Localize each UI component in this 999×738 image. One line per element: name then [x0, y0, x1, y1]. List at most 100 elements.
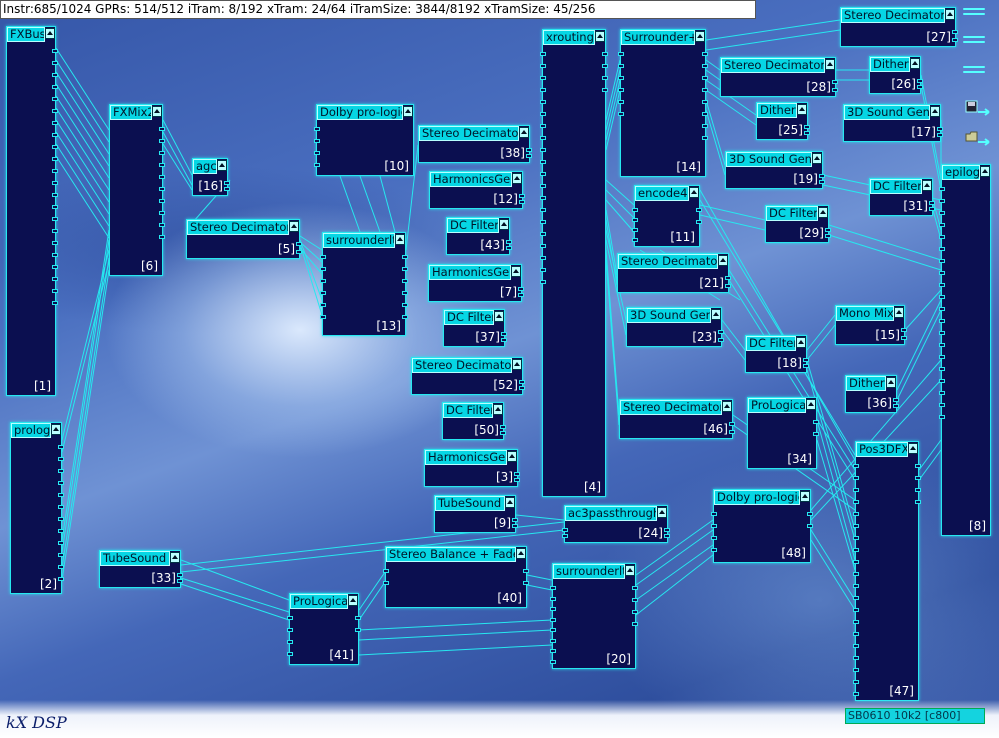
- output-pin[interactable]: [526, 154, 532, 158]
- module-title[interactable]: Stereo Balance + Fade: [386, 547, 516, 562]
- collapse-arrow-icon[interactable]: [806, 399, 816, 410]
- module-title[interactable]: 3D Sound Gen: [844, 105, 930, 120]
- output-pin[interactable]: [52, 277, 58, 281]
- output-pin[interactable]: [296, 250, 302, 254]
- output-pin[interactable]: [632, 622, 638, 626]
- output-pin[interactable]: [602, 52, 608, 56]
- output-pin[interactable]: [355, 628, 361, 632]
- input-pin[interactable]: [618, 88, 624, 92]
- output-pin[interactable]: [725, 284, 731, 288]
- module-stereo-decimator-52[interactable]: Stereo Decimator [52]: [411, 357, 525, 395]
- module-prologica-34[interactable]: ProLogica [34]: [747, 397, 819, 469]
- output-pin[interactable]: [937, 133, 943, 137]
- output-pin[interactable]: [929, 201, 935, 205]
- output-pin[interactable]: [58, 577, 64, 581]
- output-pin[interactable]: [952, 38, 958, 42]
- collapse-arrow-icon[interactable]: [51, 424, 61, 435]
- save-icon[interactable]: [965, 100, 991, 124]
- output-pin[interactable]: [518, 293, 524, 297]
- output-pin[interactable]: [402, 267, 408, 271]
- module-dc-filter-31[interactable]: DC Filter [31]: [869, 178, 935, 216]
- input-pin[interactable]: [320, 291, 326, 295]
- equalizer-icon[interactable]: [963, 8, 985, 22]
- collapse-arrow-icon[interactable]: [170, 552, 180, 563]
- module-title[interactable]: encode4: [635, 186, 689, 201]
- module-title[interactable]: epilog: [942, 165, 980, 180]
- module-title[interactable]: Stereo Decimator: [187, 220, 289, 235]
- module-title[interactable]: ProLogica: [290, 594, 348, 609]
- module-title[interactable]: Stereo Decimator: [419, 126, 519, 141]
- output-pin[interactable]: [58, 481, 64, 485]
- output-pin[interactable]: [729, 430, 735, 434]
- input-pin[interactable]: [550, 586, 556, 590]
- collapse-arrow-icon[interactable]: [289, 221, 299, 232]
- input-pin[interactable]: [540, 148, 546, 152]
- module-title[interactable]: DC Filter: [447, 218, 499, 233]
- output-pin[interactable]: [632, 598, 638, 602]
- collapse-arrow-icon[interactable]: [894, 307, 904, 318]
- input-pin[interactable]: [314, 151, 320, 155]
- output-pin[interactable]: [58, 529, 64, 533]
- input-pin[interactable]: [853, 512, 859, 516]
- collapse-arrow-icon[interactable]: [922, 180, 932, 191]
- output-pin[interactable]: [58, 457, 64, 461]
- input-pin[interactable]: [853, 608, 859, 612]
- collapse-arrow-icon[interactable]: [512, 359, 522, 370]
- output-pin[interactable]: [804, 125, 810, 129]
- collapse-arrow-icon[interactable]: [217, 160, 227, 171]
- module-title[interactable]: TubeSound: [100, 551, 170, 566]
- output-pin[interactable]: [813, 432, 819, 436]
- output-pin[interactable]: [702, 52, 708, 56]
- module-harmonicsgen-3[interactable]: HarmonicsGen [3]: [424, 449, 520, 487]
- collapse-arrow-icon[interactable]: [505, 497, 515, 508]
- module-dc-filter-37[interactable]: DC Filter [37]: [443, 309, 507, 347]
- collapse-arrow-icon[interactable]: [493, 404, 503, 415]
- input-pin[interactable]: [562, 528, 568, 532]
- input-pin[interactable]: [853, 668, 859, 672]
- module-stereo-decimator-46[interactable]: Stereo Decimator [46]: [619, 399, 735, 439]
- input-pin[interactable]: [540, 124, 546, 128]
- output-pin[interactable]: [52, 145, 58, 149]
- input-pin[interactable]: [540, 184, 546, 188]
- output-pin[interactable]: [702, 64, 708, 68]
- input-pin[interactable]: [939, 283, 945, 287]
- module-title[interactable]: HarmonicsGen: [425, 450, 507, 465]
- output-pin[interactable]: [803, 364, 809, 368]
- equalizer-icon[interactable]: [963, 66, 985, 80]
- collapse-arrow-icon[interactable]: [494, 311, 504, 322]
- module-ac3passthrough[interactable]: ac3passthrough [24]: [562, 505, 670, 543]
- collapse-arrow-icon[interactable]: [718, 255, 728, 266]
- module-title[interactable]: xrouting: [543, 30, 595, 45]
- output-pin[interactable]: [58, 505, 64, 509]
- input-pin[interactable]: [540, 268, 546, 272]
- output-pin[interactable]: [512, 518, 518, 522]
- output-pin[interactable]: [696, 220, 702, 224]
- input-pin[interactable]: [540, 232, 546, 236]
- input-pin[interactable]: [853, 596, 859, 600]
- collapse-arrow-icon[interactable]: [812, 153, 822, 164]
- input-pin[interactable]: [853, 572, 859, 576]
- input-pin[interactable]: [550, 649, 556, 654]
- collapse-arrow-icon[interactable]: [499, 219, 509, 230]
- input-pin[interactable]: [939, 307, 945, 311]
- input-pin[interactable]: [939, 259, 945, 263]
- collapse-arrow-icon[interactable]: [930, 106, 940, 117]
- input-pin[interactable]: [540, 220, 546, 224]
- output-pin[interactable]: [807, 524, 813, 528]
- module-fxmix2[interactable]: FXMix2 [6]: [109, 104, 165, 276]
- output-pin[interactable]: [519, 194, 525, 198]
- output-pin[interactable]: [729, 422, 735, 426]
- input-pin[interactable]: [939, 403, 945, 407]
- collapse-arrow-icon[interactable]: [512, 173, 522, 184]
- output-pin[interactable]: [52, 133, 58, 137]
- input-pin[interactable]: [540, 208, 546, 212]
- module-mono-mix-15[interactable]: Mono Mix [15]: [835, 305, 907, 345]
- output-pin[interactable]: [52, 97, 58, 101]
- input-pin[interactable]: [853, 476, 859, 480]
- collapse-arrow-icon[interactable]: [595, 31, 605, 42]
- output-pin[interactable]: [917, 85, 923, 89]
- input-pin[interactable]: [320, 267, 326, 271]
- module-title[interactable]: DC Filter: [443, 403, 493, 418]
- collapse-arrow-icon[interactable]: [908, 443, 918, 454]
- module-dolby-10[interactable]: Dolby pro-logic [10]: [314, 104, 414, 176]
